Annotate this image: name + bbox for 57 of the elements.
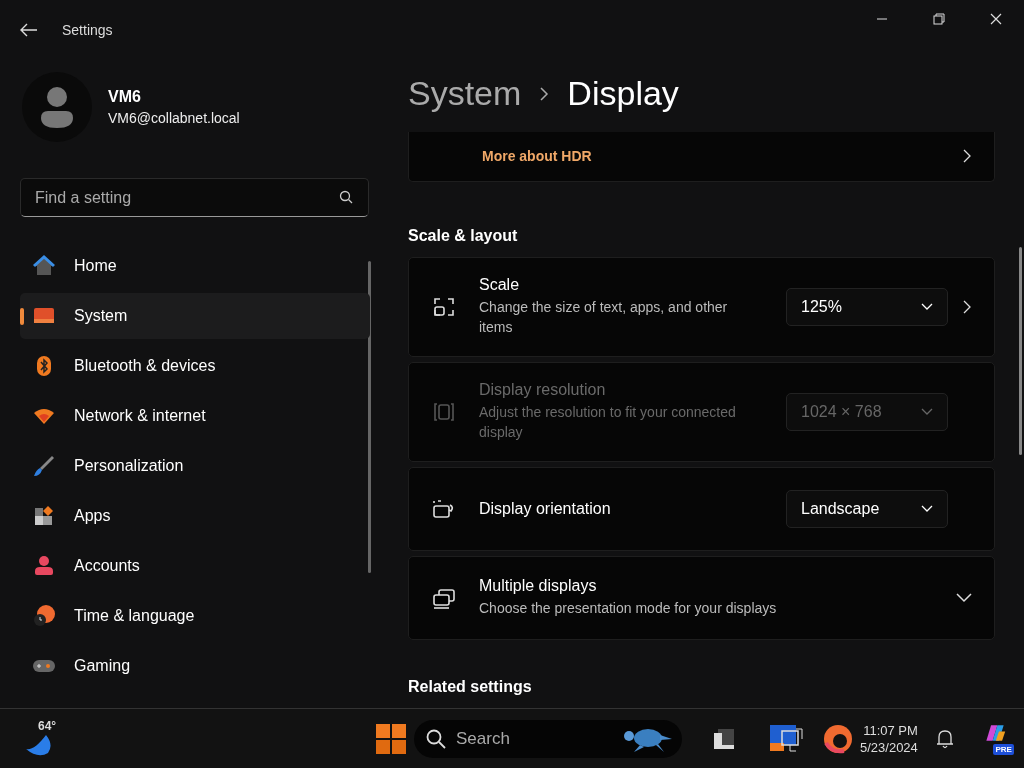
setting-description: Adjust the resolution to fit your connected display [479, 403, 737, 443]
hdr-link[interactable]: More about HDR [482, 148, 592, 165]
chevron-down-icon [921, 504, 933, 513]
bell-icon[interactable] [935, 728, 954, 749]
person-icon [32, 554, 56, 578]
breadcrumb-item[interactable]: System [408, 74, 522, 114]
brush-icon [32, 454, 56, 478]
file-explorer-icon[interactable] [712, 726, 736, 751]
chevron-right-icon[interactable] [962, 299, 972, 314]
nav-item[interactable]: Home [20, 243, 370, 289]
taskbar-search-field[interactable]: Search [414, 719, 682, 758]
breadcrumb-item: Display [567, 74, 679, 114]
chevron-right-icon [539, 86, 550, 101]
globe-clock-icon [32, 604, 56, 628]
browser-icon[interactable] [822, 722, 854, 755]
back-icon[interactable] [20, 23, 38, 37]
nav-item[interactable]: Time & language [20, 593, 370, 639]
setting-card[interactable]: Display orientation Landscape [408, 466, 995, 551]
setting-card[interactable]: Scale Change the size of text, apps, and other items 125% [408, 256, 995, 357]
setting-title: Scale [479, 276, 521, 295]
hdr-card[interactable]: More about HDR [408, 131, 995, 182]
chevron-down-icon [921, 407, 933, 416]
setting-description: Choose the presentation mode for your displays [479, 599, 778, 619]
chevron-down-icon[interactable] [956, 592, 972, 603]
setting-title: Multiple displays [479, 577, 598, 596]
restore-icon[interactable] [932, 13, 945, 25]
apps-icon [32, 504, 56, 528]
nav-item[interactable]: Gaming [20, 643, 370, 689]
close-icon[interactable] [989, 13, 1002, 25]
dropdown[interactable]: Landscape [786, 489, 948, 528]
search-icon [339, 190, 353, 204]
start-icon[interactable] [376, 723, 406, 754]
remote-desktop-icon[interactable] [770, 724, 804, 753]
dropdown[interactable]: 125% [786, 287, 948, 326]
nav-item[interactable]: Personalization [20, 443, 370, 489]
setting-card[interactable]: Multiple displays Choose the presentation mode for your displays [408, 555, 995, 640]
setting-description: Change the size of text, apps, and other items [479, 298, 729, 338]
nav-item[interactable]: Apps [20, 493, 370, 539]
setting-title: Display orientation [479, 499, 612, 518]
home-icon [32, 254, 56, 278]
window-title: Settings [62, 22, 113, 38]
temperature: 64° [38, 718, 57, 733]
search-icon [426, 728, 446, 749]
clock[interactable]: 11:07 PM 5/23/2024 [860, 721, 918, 756]
nav-item[interactable]: Bluetooth & devices [20, 343, 370, 389]
chevron-down-icon [921, 302, 933, 311]
setting-title: Display resolution [479, 381, 607, 400]
nav-item[interactable]: Network & internet [20, 393, 370, 439]
nav-item[interactable]: System [20, 293, 370, 339]
badge: PRE [993, 743, 1014, 755]
chevron-right-icon [962, 149, 972, 164]
user-name: VM6 [108, 88, 142, 106]
user-email: VM6@collabnet.local [108, 110, 240, 126]
section-heading: Related settings [408, 677, 533, 696]
section-heading: Scale & layout [408, 226, 519, 245]
settings-search-field[interactable]: Find a setting [20, 178, 369, 217]
nav-item[interactable]: Accounts [20, 543, 370, 589]
